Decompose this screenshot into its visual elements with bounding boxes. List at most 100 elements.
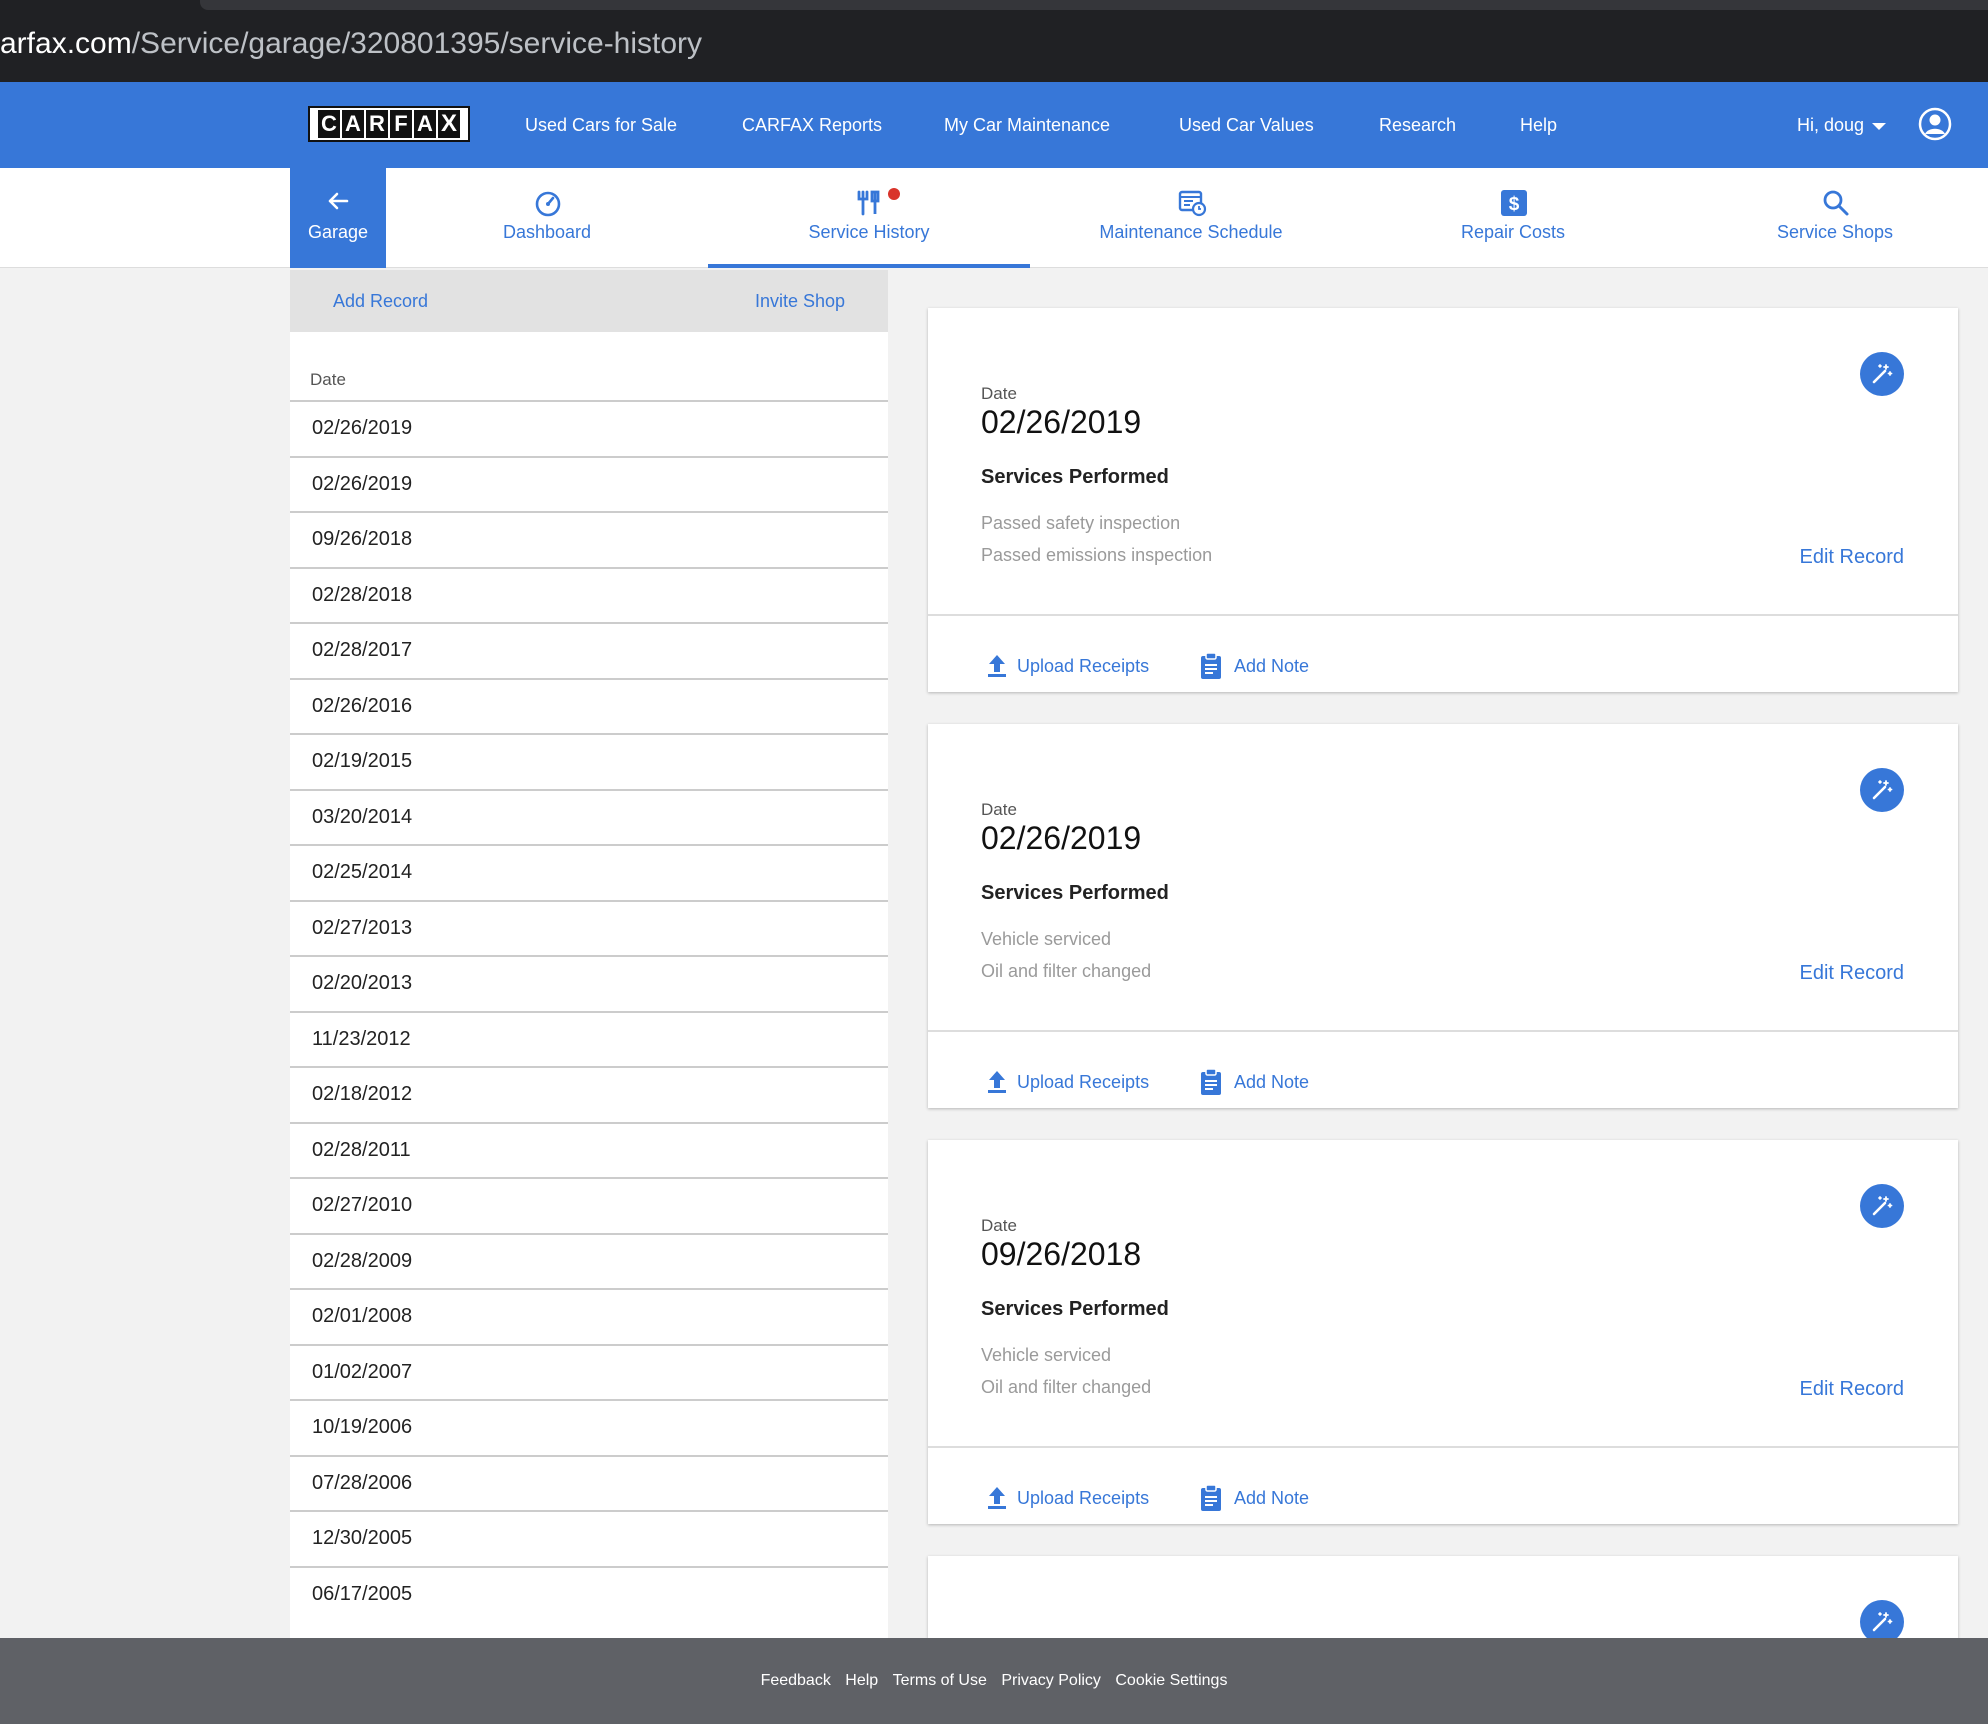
logo-letter: A (342, 110, 364, 138)
tab-service-shops[interactable]: Service Shops (1674, 168, 1988, 268)
account-circle-icon[interactable] (1918, 107, 1952, 141)
service-record-card: Date 02/26/2019 Services Performed Passe… (928, 308, 1958, 692)
calendar-clock-icon (1178, 190, 1207, 217)
edit-record-link[interactable]: Edit Record (1800, 546, 1905, 569)
date-list-item[interactable]: 02/26/2016 (290, 677, 888, 734)
date-list-item[interactable]: 02/28/2011 (290, 1121, 888, 1178)
logo-letter: X (438, 110, 460, 138)
carfax-logo[interactable]: C A R F A X (308, 106, 470, 142)
footer-feedback-link[interactable]: Feedback (761, 1672, 831, 1689)
edit-fab-button[interactable] (1860, 1184, 1904, 1228)
service-subnav: Garage Dashboard Service History Mainten… (0, 168, 1988, 268)
footer-cookie-settings-link[interactable]: Cookie Settings (1115, 1672, 1227, 1689)
date-list-item[interactable]: 01/02/2007 (290, 1343, 888, 1400)
tab-label: Service Shops (1776, 222, 1894, 242)
date-list-item[interactable]: 03/20/2014 (290, 788, 888, 845)
date-list-item[interactable]: 11/23/2012 (290, 1010, 888, 1067)
add-note-button[interactable]: Add Note (1198, 1068, 1309, 1095)
nav-research[interactable]: Research (1379, 82, 1456, 168)
record-date: 02/26/2019 (981, 404, 1142, 440)
date-list-item[interactable]: 10/19/2006 (290, 1399, 888, 1455)
magic-wand-icon (1872, 1612, 1893, 1632)
date-list-item[interactable]: 02/18/2012 (290, 1066, 888, 1122)
date-list-item[interactable]: 02/27/2010 (290, 1177, 888, 1233)
footer-privacy-link[interactable]: Privacy Policy (1001, 1672, 1101, 1689)
address-bar[interactable]: arfax.com/Service/garage/320801395/servi… (0, 20, 702, 68)
date-list-item[interactable]: 02/25/2014 (290, 844, 888, 900)
magic-wand-icon (1872, 780, 1893, 800)
date-list-item[interactable]: 02/26/2019 (290, 455, 888, 512)
logo-letter: C (318, 110, 340, 138)
card-divider (928, 1030, 1958, 1032)
footer-terms-link[interactable]: Terms of Use (893, 1672, 987, 1689)
date-list-item[interactable]: 02/27/2013 (290, 899, 888, 956)
service-record-card: Date 09/26/2018 Services Performed Vehic… (928, 1140, 1958, 1524)
edit-record-link[interactable]: Edit Record (1800, 1378, 1905, 1401)
services-performed-title: Services Performed (981, 1298, 1169, 1320)
magic-wand-icon (1872, 1196, 1893, 1216)
upload-label: Upload Receipts (1017, 1072, 1150, 1092)
date-list-item[interactable]: 02/19/2015 (290, 733, 888, 789)
back-to-garage-button[interactable]: Garage (290, 168, 386, 268)
date-list-item[interactable]: 02/20/2013 (290, 955, 888, 1011)
speedometer-icon (535, 191, 561, 217)
record-date-label: Date (981, 384, 1017, 403)
clipboard-icon (1201, 1068, 1221, 1095)
service-record-card: Date 02/26/2019 Services Performed Vehic… (928, 724, 1958, 1108)
user-menu[interactable]: Hi, doug (1797, 82, 1887, 168)
garage-label: Garage (307, 222, 369, 242)
date-list-item[interactable]: 02/01/2008 (290, 1288, 888, 1344)
tab-repair-costs[interactable]: $ Repair Costs (1352, 168, 1674, 268)
nav-carfax-reports[interactable]: CARFAX Reports (742, 82, 882, 168)
date-list-item[interactable]: 07/28/2006 (290, 1454, 888, 1511)
date-list-item[interactable]: 02/28/2009 (290, 1232, 888, 1289)
date-list-item[interactable]: 02/28/2017 (290, 622, 888, 678)
edit-record-link[interactable]: Edit Record (1800, 962, 1905, 985)
upload-receipts-button[interactable]: Upload Receipts (985, 1487, 1149, 1509)
upload-label: Upload Receipts (1017, 656, 1150, 676)
page-footer: Feedback Help Terms of Use Privacy Polic… (0, 1638, 1988, 1724)
date-list-item[interactable]: 12/30/2005 (290, 1510, 888, 1566)
date-list-item[interactable]: 06/17/2005 (290, 1565, 888, 1622)
tab-dashboard[interactable]: Dashboard (386, 168, 708, 268)
main-header: C A R F A X Used Cars for Sale CARFAX Re… (0, 82, 1988, 168)
tab-label: Maintenance Schedule (1099, 222, 1283, 242)
services-performed-title: Services Performed (981, 882, 1169, 904)
card-divider (928, 614, 1958, 616)
date-list-item[interactable]: 02/28/2018 (290, 566, 888, 623)
service-item: Passed safety inspection (981, 513, 1181, 533)
tab-label: Repair Costs (1460, 222, 1566, 242)
notification-dot (888, 188, 900, 200)
nav-used-cars-for-sale[interactable]: Used Cars for Sale (525, 82, 677, 168)
nav-my-car-maintenance[interactable]: My Car Maintenance (944, 82, 1110, 168)
record-date-sidebar: Add Record Invite Shop Date 02/26/2019 02… (290, 270, 888, 1638)
date-list-item[interactable]: 09/26/2018 (290, 511, 888, 567)
edit-fab-button[interactable] (1860, 352, 1904, 396)
upload-icon (988, 655, 1006, 677)
logo-letter: F (390, 110, 412, 138)
add-note-label: Add Note (1234, 656, 1310, 676)
clipboard-icon (1201, 652, 1221, 679)
user-greeting: Hi, doug (1797, 115, 1865, 135)
upload-receipts-button[interactable]: Upload Receipts (985, 655, 1150, 677)
upload-receipts-button[interactable]: Upload Receipts (985, 1071, 1150, 1093)
add-note-button[interactable]: Add Note (1198, 652, 1310, 679)
tools-icon (857, 190, 880, 216)
add-note-button[interactable]: Add Note (1198, 1484, 1309, 1511)
edit-fab-button[interactable] (1860, 768, 1904, 812)
add-record-button[interactable]: Add Record (333, 270, 428, 332)
footer-help-link[interactable]: Help (845, 1672, 878, 1689)
service-item: Oil and filter changed (981, 1377, 1152, 1397)
nav-help[interactable]: Help (1520, 82, 1557, 168)
url-host: arfax.com (0, 27, 132, 60)
upload-icon (988, 1487, 1006, 1509)
record-date-label: Date (981, 800, 1017, 819)
nav-used-car-values[interactable]: Used Car Values (1179, 82, 1314, 168)
tab-maintenance-schedule[interactable]: Maintenance Schedule (1030, 168, 1352, 268)
logo-letter: R (366, 110, 388, 138)
edit-fab-button[interactable] (1860, 1600, 1904, 1638)
date-list-item[interactable]: 02/26/2019 (290, 400, 888, 456)
invite-shop-button[interactable]: Invite Shop (755, 270, 845, 332)
tab-service-history[interactable]: Service History (708, 168, 1030, 268)
record-date: 09/26/2018 (981, 1236, 1142, 1272)
